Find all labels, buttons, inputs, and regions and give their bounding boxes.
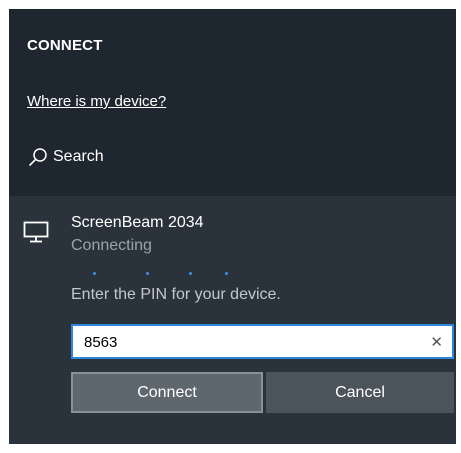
device-name: ScreenBeam 2034 xyxy=(71,214,204,231)
device-card: ScreenBeam 2034 Connecting Enter the PIN… xyxy=(9,196,456,444)
pin-field[interactable]: ✕ xyxy=(71,324,454,359)
pin-prompt: Enter the PIN for your device. xyxy=(71,286,281,303)
connect-panel: CONNECT Where is my device? Search Scree… xyxy=(9,9,456,444)
search-button[interactable]: Search xyxy=(27,145,104,169)
device-status: Connecting xyxy=(71,237,152,254)
cancel-button[interactable]: Cancel xyxy=(266,372,454,413)
progress-dot xyxy=(146,272,149,275)
where-is-my-device-link[interactable]: Where is my device? xyxy=(27,93,166,110)
progress-indicator xyxy=(89,272,249,278)
monitor-icon xyxy=(23,221,49,243)
search-label: Search xyxy=(53,148,104,165)
connect-button[interactable]: Connect xyxy=(71,372,263,413)
progress-dot xyxy=(93,272,96,275)
progress-dot xyxy=(189,272,192,275)
close-icon[interactable]: ✕ xyxy=(430,333,443,351)
panel-title: CONNECT xyxy=(27,37,103,54)
search-icon xyxy=(29,148,47,166)
progress-dot xyxy=(225,272,228,275)
pin-input[interactable] xyxy=(84,332,404,352)
